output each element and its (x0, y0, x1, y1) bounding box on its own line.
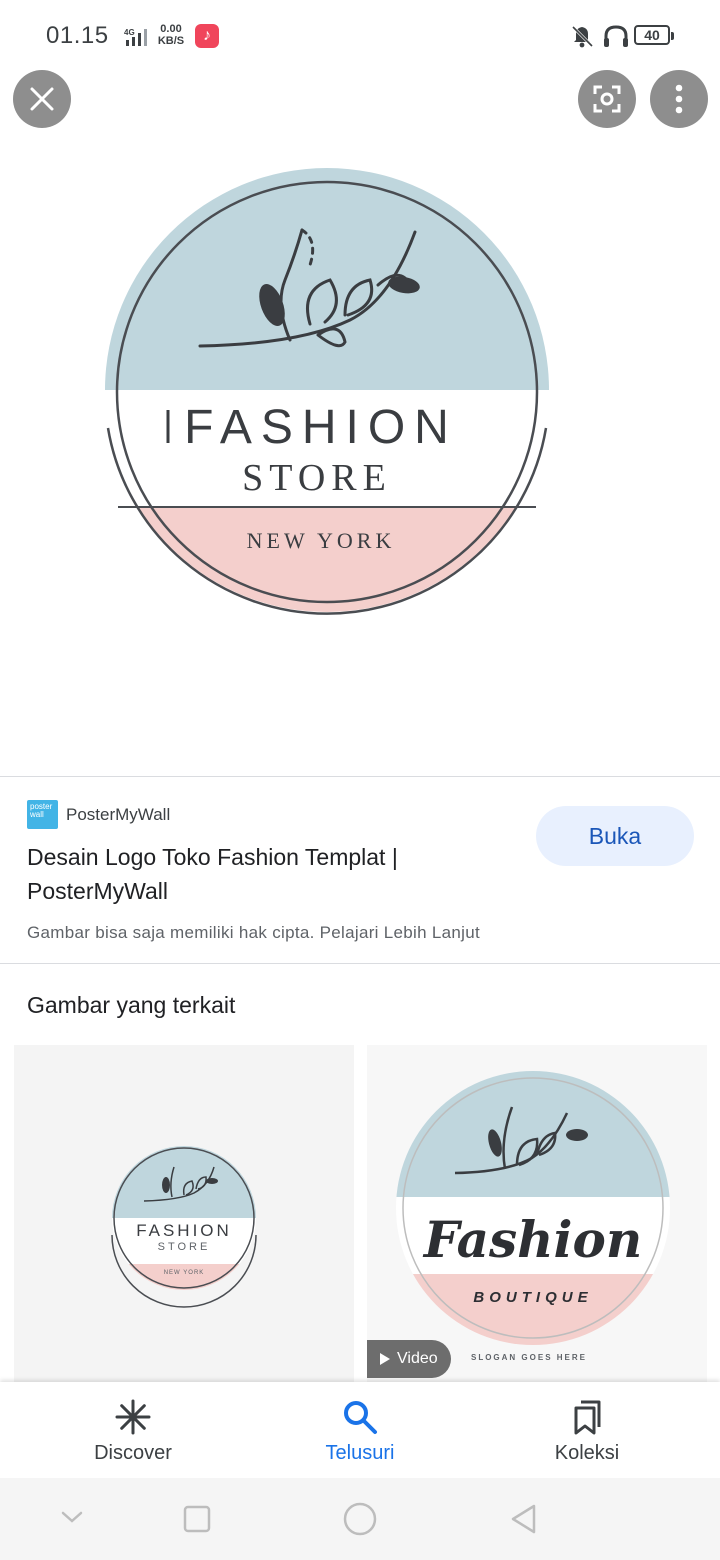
close-icon (30, 87, 54, 111)
thumb2-line1: Fashion (422, 1210, 642, 1269)
speed-unit: KB/S (157, 35, 185, 47)
network-speed: 0.00 KB/S (156, 23, 186, 47)
signal-icon: 4G (124, 28, 147, 46)
related-image-2[interactable]: Fashion BOUTIQUE SLOGAN GOES HERE (367, 1045, 707, 1385)
thumb1-line1: FASHION (136, 1221, 232, 1240)
close-button[interactable] (13, 70, 71, 128)
hero-logo-line2: STORE (242, 457, 392, 499)
music-note-icon: ♪ (195, 24, 219, 48)
thumb2-line2: BOUTIQUE (473, 1289, 592, 1306)
recents-icon[interactable] (183, 1505, 211, 1533)
divider (0, 776, 720, 777)
play-icon (380, 1353, 390, 1365)
speed-value: 0.00 (160, 23, 182, 35)
status-bar: 01.15 4G 0.00 KB/S ♪ 40 (0, 0, 720, 70)
related-image-1[interactable]: FASHION STORE NEW YORK (14, 1045, 354, 1385)
back-icon[interactable] (508, 1503, 540, 1535)
chevron-down-icon[interactable] (60, 1510, 84, 1524)
nav-search-label: Telusuri (325, 1442, 395, 1464)
nav-discover-label: Discover (94, 1442, 172, 1464)
bell-off-icon (571, 25, 594, 48)
related-images-heading: Gambar yang terkait (27, 992, 236, 1018)
nav-collections-label: Koleksi (554, 1442, 620, 1464)
source-name[interactable]: PosterMyWall (66, 805, 170, 825)
more-options-button[interactable] (650, 70, 708, 128)
search-icon (344, 1401, 377, 1434)
collections-icon (574, 1400, 601, 1435)
thumb2-line3: SLOGAN GOES HERE (471, 1353, 587, 1362)
status-time: 01.15 (46, 22, 109, 49)
divider (0, 963, 720, 964)
source-logo: poster wall (27, 800, 58, 829)
thumb1-line3: NEW YORK (164, 1270, 205, 1276)
hero-logo-line3: NEW YORK (247, 528, 396, 553)
nav-collections[interactable]: Koleksi (467, 1382, 707, 1478)
home-icon[interactable] (342, 1501, 378, 1537)
system-navigation-bar (0, 1478, 720, 1560)
open-button[interactable]: Buka (536, 806, 694, 866)
more-vert-icon (675, 84, 683, 114)
fashion-store-logo: FASHION STORE NEW YORK (105, 168, 549, 615)
headphones-icon (604, 25, 628, 47)
lens-search-button[interactable] (578, 70, 636, 128)
video-badge-label: Video (397, 1350, 438, 1367)
preview-image[interactable]: FASHION STORE NEW YORK (0, 130, 720, 776)
nav-discover[interactable]: Discover (13, 1382, 253, 1478)
video-badge: Video (367, 1340, 451, 1378)
lens-icon (593, 85, 621, 113)
thumb1-line2: STORE (158, 1241, 211, 1253)
discover-icon (115, 1399, 151, 1435)
fashion-boutique-thumbnail: Fashion BOUTIQUE SLOGAN GOES HERE (367, 1045, 707, 1385)
copyright-notice[interactable]: Gambar bisa saja memiliki hak cipta. Pel… (27, 923, 480, 943)
result-title[interactable]: Desain Logo Toko Fashion Templat | Poste… (27, 840, 507, 908)
hero-logo-line1: FASHION (184, 401, 458, 454)
network-type: 4G (124, 28, 135, 37)
fashion-store-thumbnail: FASHION STORE NEW YORK (111, 1146, 257, 1308)
bottom-navigation: Discover Telusuri Koleksi (0, 1382, 720, 1478)
battery-indicator: 40 (634, 25, 674, 45)
status-right-icons (571, 25, 628, 48)
nav-search[interactable]: Telusuri (240, 1382, 480, 1478)
